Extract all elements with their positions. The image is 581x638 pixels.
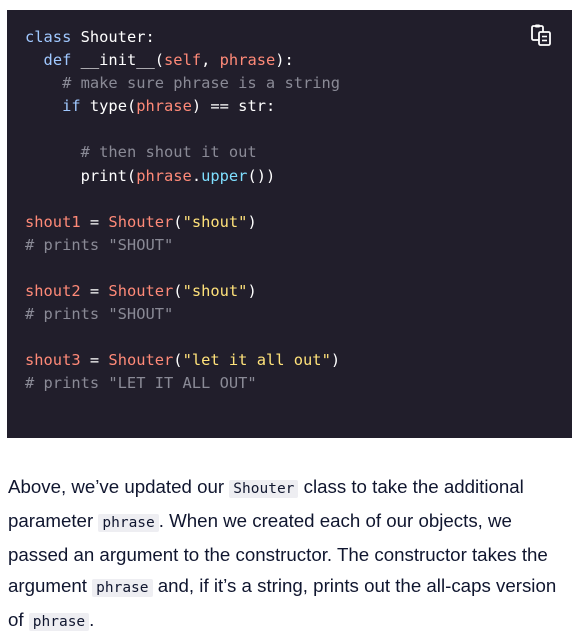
code-line: if type(phrase) == str: bbox=[25, 95, 340, 118]
inline-code: phrase bbox=[98, 514, 159, 532]
code-token-plain: , bbox=[201, 51, 220, 70]
code-token-comment: # make sure phrase is a string bbox=[62, 74, 341, 93]
code-token-kw: class bbox=[25, 28, 81, 46]
code-token-plain: ) bbox=[247, 282, 257, 301]
code-line: # prints "LET IT ALL OUT" bbox=[25, 372, 340, 395]
code-token-param: phrase bbox=[136, 166, 192, 185]
code-line: class Shouter: bbox=[25, 26, 340, 49]
code-token-str: "shout" bbox=[182, 282, 248, 301]
code-token-comment: # prints "SHOUT" bbox=[25, 235, 174, 254]
code-line: shout3 = Shouter("let it all out") bbox=[25, 349, 340, 372]
code-token-plain: ): bbox=[275, 51, 294, 70]
code-token-plain: print( bbox=[25, 166, 137, 185]
code-listing: class Shouter: def __init__(self, phrase… bbox=[25, 26, 340, 396]
code-token-call: Shouter bbox=[108, 212, 174, 231]
code-line: shout2 = Shouter("shout") bbox=[25, 280, 340, 303]
code-token-plain: __init__( bbox=[80, 51, 165, 70]
code-line: print(phrase.upper()) bbox=[25, 165, 340, 188]
code-token-plain: = bbox=[80, 212, 109, 231]
code-token-plain: Shouter: bbox=[80, 28, 155, 46]
code-line: # prints "SHOUT" bbox=[25, 234, 340, 257]
code-token-plain: ( bbox=[173, 351, 183, 370]
code-token-call: Shouter bbox=[108, 351, 174, 370]
prose-text: . bbox=[89, 609, 95, 630]
code-token-plain: ) == str: bbox=[191, 97, 276, 116]
code-token-plain: . bbox=[191, 166, 202, 185]
code-token-plain: ()) bbox=[247, 166, 276, 185]
code-token-var: shout2 bbox=[25, 282, 81, 301]
code-token-comment: # prints "SHOUT" bbox=[25, 305, 174, 324]
code-line: # make sure phrase is a string bbox=[25, 72, 340, 95]
code-token-param: phrase bbox=[219, 51, 276, 70]
code-token-call: Shouter bbox=[108, 282, 174, 301]
code-token-comment: # prints "LET IT ALL OUT" bbox=[25, 374, 257, 393]
code-token-plain: = bbox=[80, 282, 109, 301]
copy-clipboard-icon bbox=[531, 24, 551, 46]
code-line: # then shout it out bbox=[25, 141, 340, 164]
code-token-kw: def bbox=[43, 51, 81, 70]
code-line: # prints "SHOUT" bbox=[25, 303, 340, 326]
code-token-plain: ( bbox=[173, 282, 183, 301]
code-block: class Shouter: def __init__(self, phrase… bbox=[7, 10, 572, 438]
code-token-self: self bbox=[164, 51, 202, 70]
inline-code: phrase bbox=[28, 613, 90, 631]
code-token-comment: # then shout it out bbox=[80, 143, 257, 162]
code-token-kw: if bbox=[62, 97, 90, 116]
inline-code: Shouter bbox=[229, 480, 299, 498]
code-token-plain: ( bbox=[173, 212, 183, 231]
code-token-method: upper bbox=[201, 166, 248, 185]
code-token-plain: ) bbox=[247, 212, 257, 231]
code-token-plain: = bbox=[80, 351, 109, 370]
code-line: def __init__(self, phrase): bbox=[25, 49, 340, 72]
code-token-str: "shout" bbox=[182, 212, 248, 231]
code-line: shout1 = Shouter("shout") bbox=[25, 211, 340, 234]
code-token-var: shout3 bbox=[25, 351, 81, 370]
inline-code: phrase bbox=[92, 579, 153, 597]
code-token-var: shout1 bbox=[25, 212, 81, 231]
copy-code-button[interactable] bbox=[530, 24, 552, 46]
code-token-param: phrase bbox=[136, 97, 192, 116]
code-token-str: "let it all out" bbox=[182, 351, 331, 370]
code-token-plain: type( bbox=[89, 97, 137, 116]
code-token-plain: ) bbox=[330, 351, 341, 370]
prose-text: Above, we’ve updated our bbox=[8, 476, 230, 497]
explanation-paragraph: Above, we’ve updated our Shouter class t… bbox=[8, 471, 576, 638]
